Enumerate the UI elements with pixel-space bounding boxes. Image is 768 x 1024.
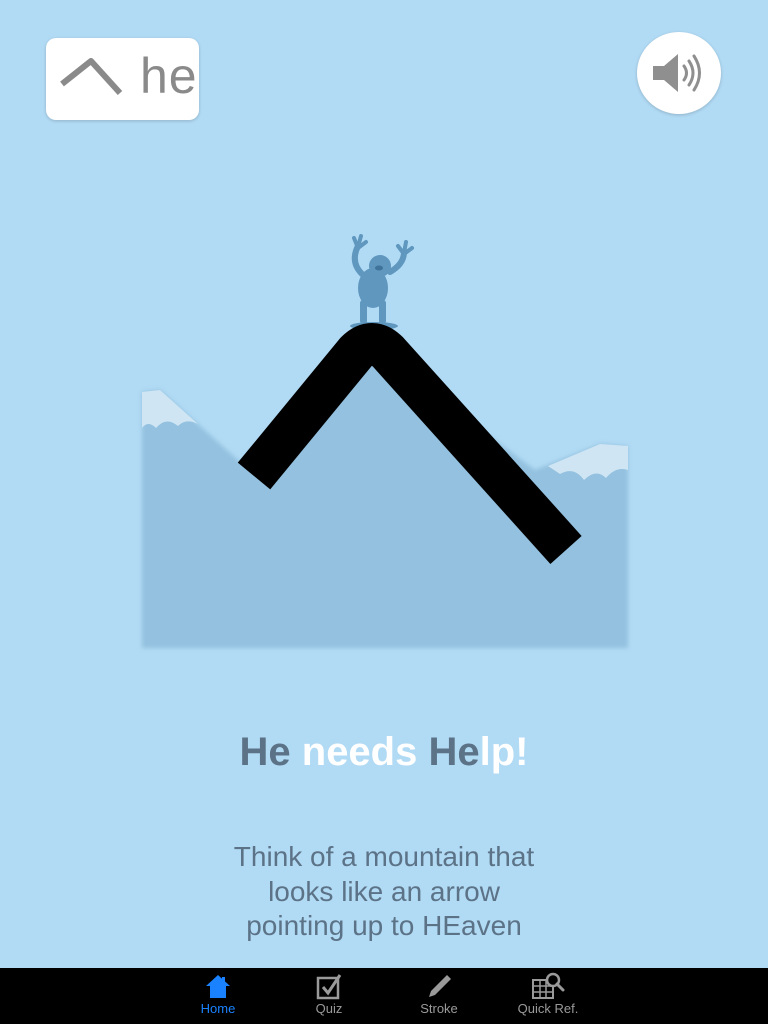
tab-quiz[interactable]: Quiz [284,968,374,1024]
mnemonic-illustration [142,234,628,648]
tab-quick-ref[interactable]: Quick Ref. [503,968,593,1024]
hint-line: pointing up to HEaven [246,910,522,941]
phrase-part: He [428,730,480,774]
phrase-part: lp! [479,730,529,774]
hint-line: looks like an arrow [268,875,500,907]
mnemonic-hint: Think of a mountain that looks like an a… [0,840,768,944]
tab-label: Quick Ref. [517,1001,579,1016]
tab-stroke[interactable]: Stroke [394,968,484,1024]
tab-bar: Home Quiz Stroke Quick Ref. [0,968,768,1024]
person-on-peak [350,234,414,330]
tab-label: Home [200,1001,236,1016]
tab-label: Quiz [315,1001,343,1016]
tab-home[interactable]: Home [173,968,263,1024]
phrase-part: He [239,730,291,774]
pencil-icon [429,975,451,997]
mountain-background [142,348,628,648]
house-icon [206,975,230,998]
mnemonic-phrase: He needs Help! [0,730,768,775]
phrase-part: needs [290,730,429,774]
tab-label: Stroke [420,1001,458,1016]
grid-magnifier-icon [532,972,565,999]
checkbox-icon [316,974,342,1000]
hint-line: Think of a mountain that [233,841,535,872]
